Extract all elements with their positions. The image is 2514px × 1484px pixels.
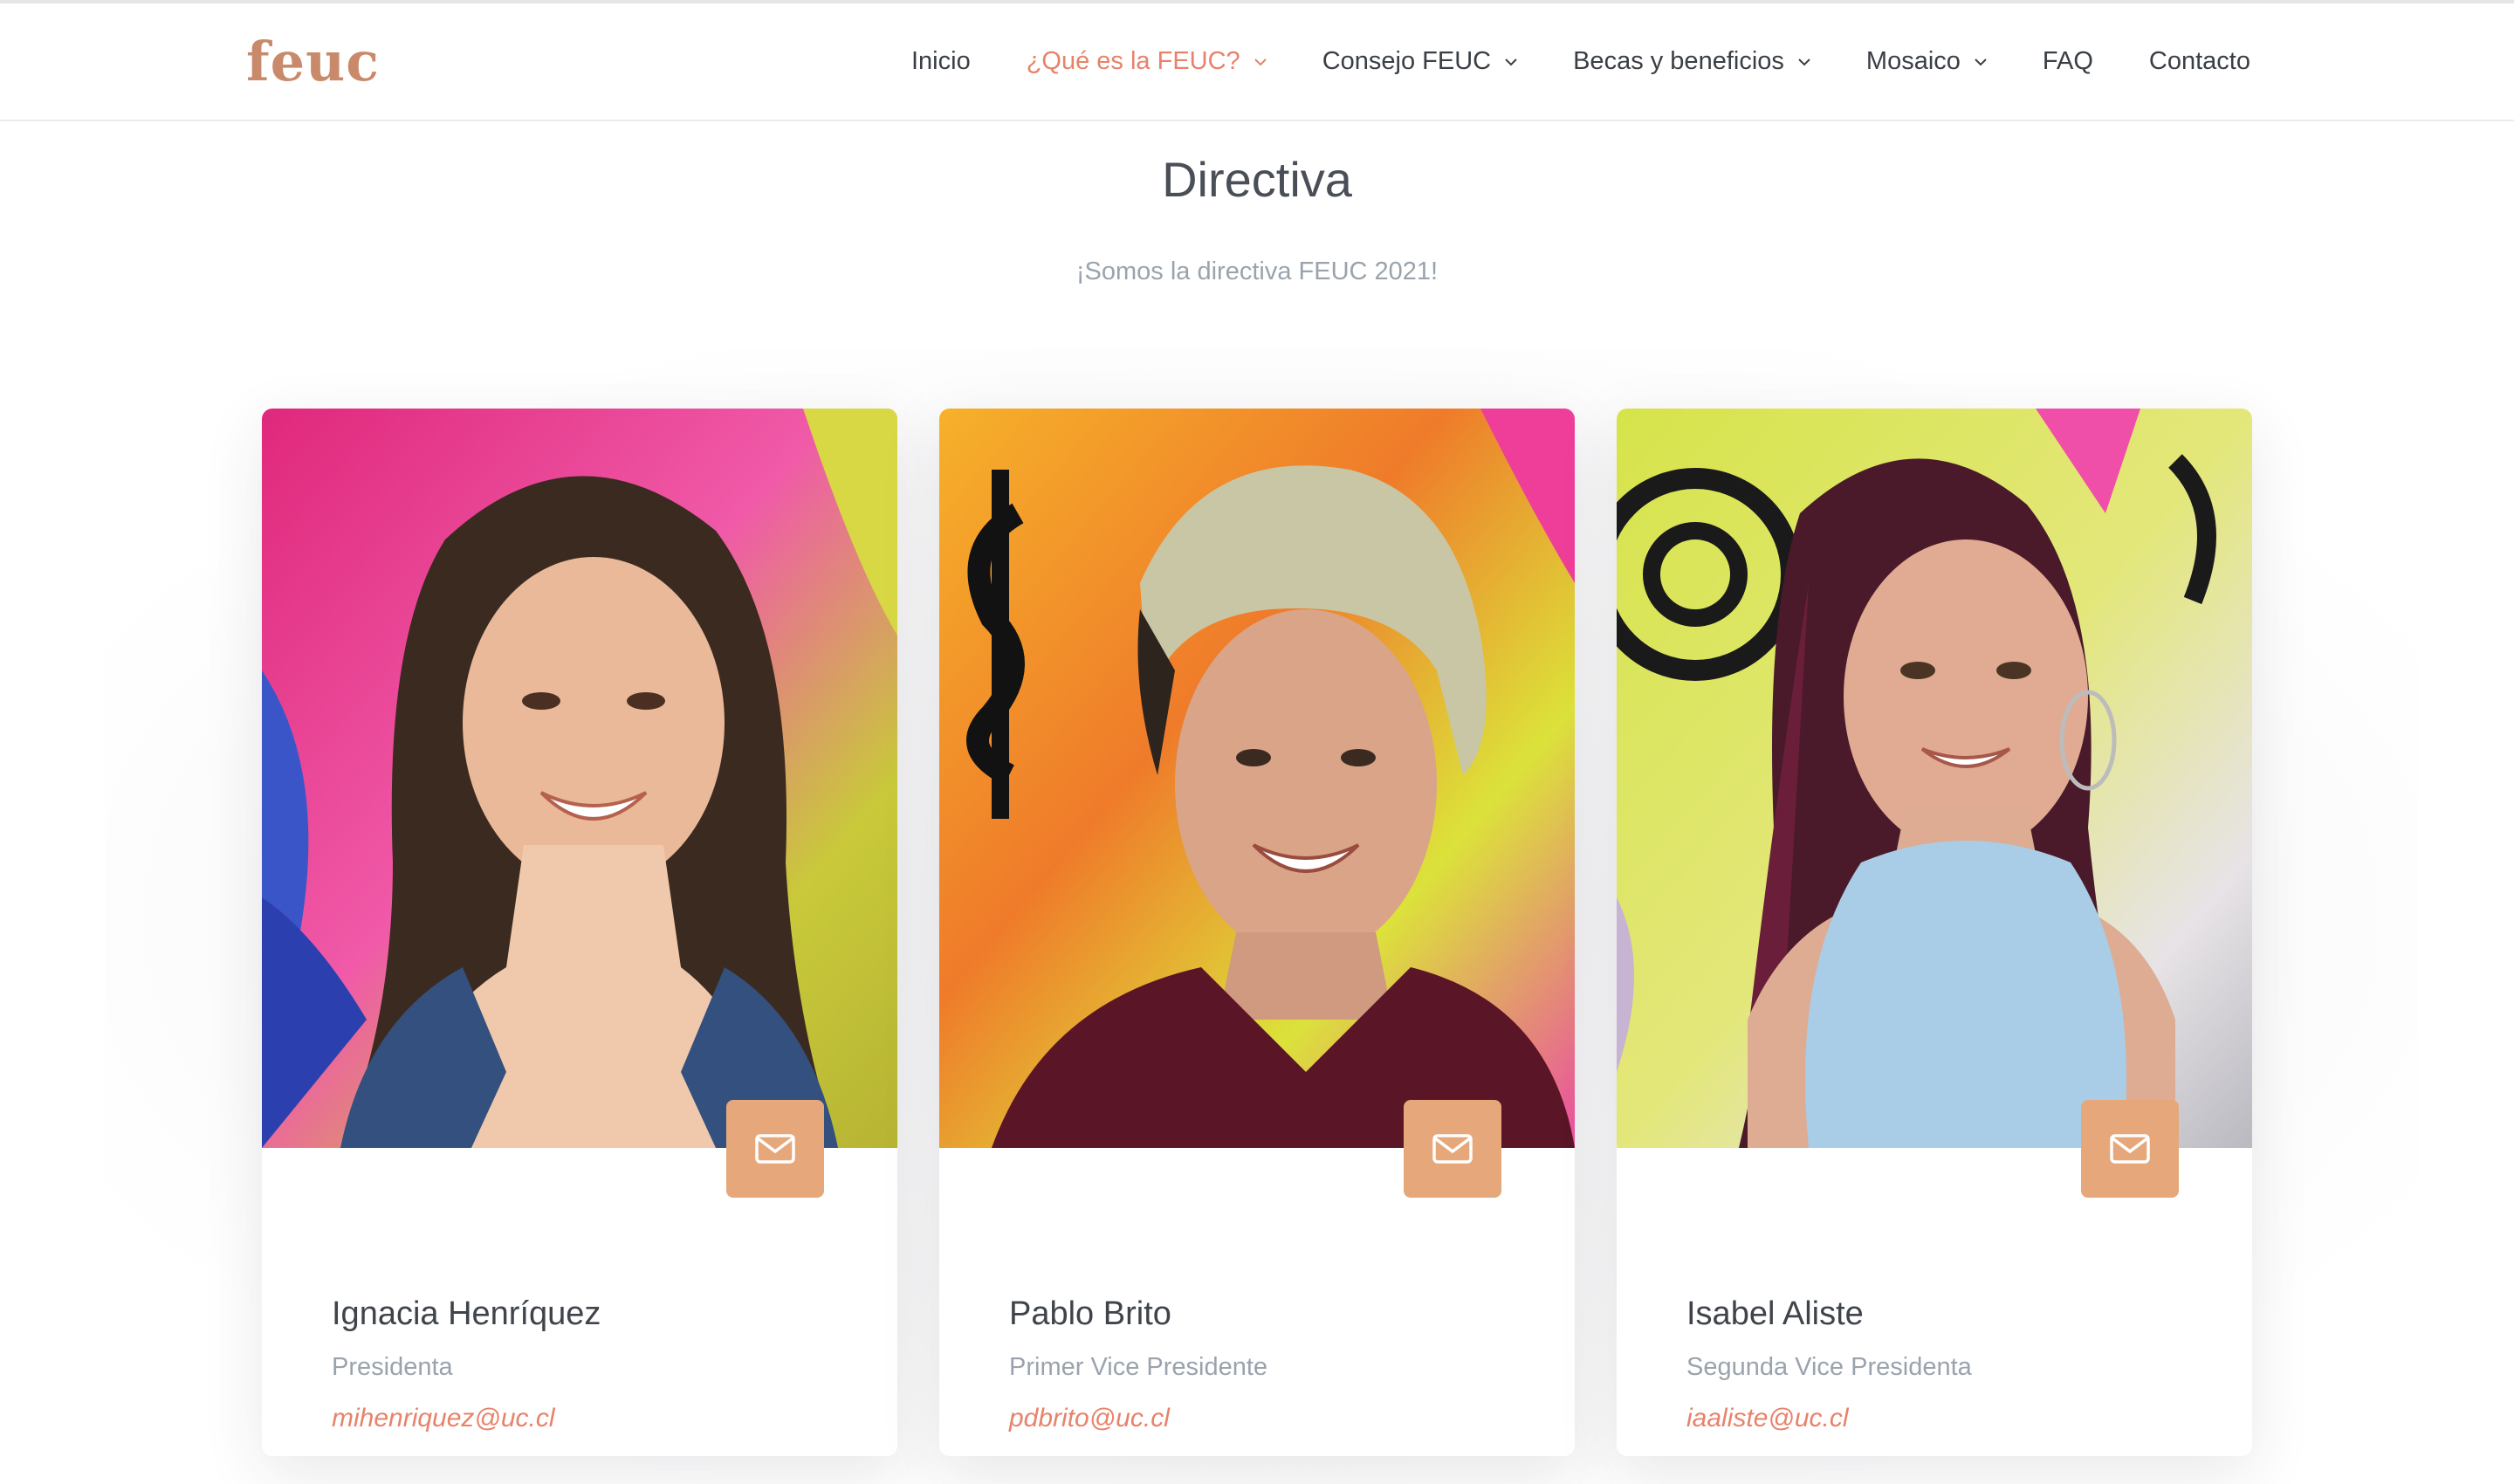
- member-photo: [939, 409, 1575, 1148]
- member-photo: [1617, 409, 2252, 1148]
- chevron-down-icon: [1254, 56, 1267, 68]
- chevron-down-icon: [1975, 56, 1987, 68]
- site-logo[interactable]: feuc: [246, 30, 380, 93]
- section-title: Directiva: [1162, 152, 1352, 207]
- nav-item-faq[interactable]: FAQ: [2043, 47, 2093, 76]
- nav-item-label: FAQ: [2042, 47, 2093, 75]
- member-card: Isabel Aliste Segunda Vice Presidenta ia…: [1617, 409, 2252, 1456]
- nav-item-consejo-feuc[interactable]: Consejo FEUC: [1322, 47, 1517, 76]
- email-button[interactable]: [726, 1100, 824, 1198]
- nav-item-becas-y-beneficios[interactable]: Becas y beneficios: [1573, 47, 1810, 76]
- email-button[interactable]: [2081, 1100, 2179, 1198]
- section-subtitle: ¡Somos la directiva FEUC 2021!: [1075, 258, 1439, 285]
- member-card: Pablo Brito Primer Vice Presidente pdbri…: [939, 409, 1575, 1456]
- chevron-down-icon: [1505, 56, 1517, 68]
- envelope-icon: [2110, 1134, 2150, 1164]
- nav-item-que-es-la-feuc[interactable]: ¿Qué es la FEUC?: [1027, 47, 1267, 76]
- nav-item-mosaico[interactable]: Mosaico: [1866, 47, 1987, 76]
- nav-item-label: Contacto: [2148, 47, 2250, 75]
- member-email-link[interactable]: pdbrito@uc.cl: [1009, 1404, 1170, 1433]
- envelope-icon: [1432, 1134, 1473, 1164]
- member-email-link[interactable]: iaaliste@uc.cl: [1686, 1404, 1849, 1433]
- member-email-link[interactable]: mihenriquez@uc.cl: [332, 1404, 555, 1433]
- member-name: Isabel Aliste: [1686, 1295, 1864, 1332]
- email-button[interactable]: [1404, 1100, 1501, 1198]
- nav-item-label: Mosaico: [1865, 47, 1961, 75]
- main-nav: Inicio ¿Qué es la FEUC? Consejo FEUC Bec…: [911, 3, 2250, 120]
- site-header: feuc Inicio ¿Qué es la FEUC? Consejo FEU…: [0, 3, 2514, 121]
- member-role: Segunda Vice Presidenta: [1686, 1353, 1972, 1381]
- member-card: Ignacia Henríquez Presidenta mihenriquez…: [262, 409, 897, 1456]
- chevron-down-icon: [1798, 56, 1810, 68]
- nav-item-label: ¿Qué es la FEUC?: [1026, 47, 1240, 75]
- member-name: Ignacia Henríquez: [332, 1295, 601, 1332]
- nav-item-contacto[interactable]: Contacto: [2149, 47, 2250, 76]
- member-role: Primer Vice Presidente: [1009, 1353, 1268, 1381]
- member-role: Presidenta: [332, 1353, 453, 1381]
- envelope-icon: [755, 1134, 795, 1164]
- nav-item-label: Consejo FEUC: [1322, 47, 1492, 75]
- member-name: Pablo Brito: [1009, 1295, 1171, 1332]
- member-photo: [262, 409, 897, 1148]
- nav-item-label: Inicio: [911, 47, 971, 75]
- nav-item-inicio[interactable]: Inicio: [911, 47, 971, 76]
- directiva-heading-section: Directiva ¡Somos la directiva FEUC 2021!: [0, 120, 2514, 416]
- nav-item-label: Becas y beneficios: [1573, 47, 1784, 75]
